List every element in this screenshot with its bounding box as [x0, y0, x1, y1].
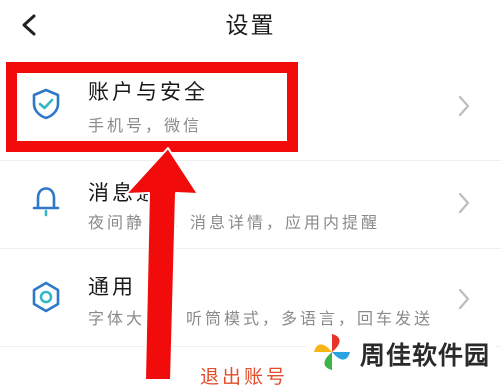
pinwheel-logo-icon: [314, 334, 350, 370]
watermark: 周佳软件园: [306, 328, 496, 376]
arrow-annotation: [125, 147, 199, 380]
watermark-text: 周佳软件园: [360, 341, 491, 370]
